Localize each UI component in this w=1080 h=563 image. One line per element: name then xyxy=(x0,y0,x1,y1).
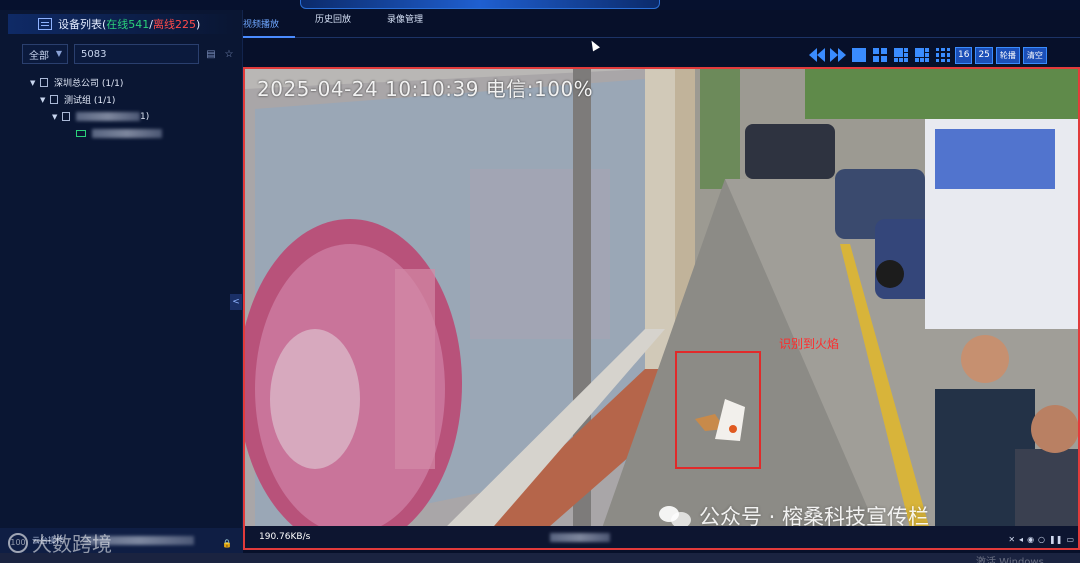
next-page-button[interactable] xyxy=(829,46,847,64)
eight-screen-icon xyxy=(915,48,929,62)
layout-9-button[interactable] xyxy=(934,46,952,64)
layout-25-button[interactable]: 25 xyxy=(975,46,993,64)
app-root: 设备列表( 在线541 / 离线225 ) 全部 ▼ 5083 ▤ ☆ ▼ 深圳… xyxy=(0,0,1080,563)
double-left-icon xyxy=(817,48,825,62)
tab-recording-management[interactable]: 录像管理 xyxy=(387,12,439,38)
rotate-button[interactable]: 轮播 xyxy=(995,46,1020,64)
online-count: 在线541 xyxy=(106,18,150,31)
osd-timestamp: 2025-04-24 10:10:39 电信:100% xyxy=(257,77,594,101)
tab-video-play[interactable]: 视频播放 xyxy=(243,12,296,38)
camera-icon xyxy=(76,130,86,137)
record-icon[interactable]: ○ xyxy=(1038,535,1045,544)
star-icon[interactable]: ☆ xyxy=(223,49,235,60)
device-list-panel: 设备列表( 在线541 / 离线225 ) 全部 ▼ 5083 ▤ ☆ ▼ 深圳… xyxy=(0,10,243,553)
layout-6-button[interactable] xyxy=(892,46,910,64)
list-icon xyxy=(38,18,52,30)
top-decoration xyxy=(300,0,660,9)
close-icon[interactable]: ✕ xyxy=(1008,535,1015,544)
tree-node-device[interactable]: ▼ 1) xyxy=(30,108,162,125)
layout-toolbar: 16 25 轮播 清空 xyxy=(808,46,1047,64)
video-controls: ✕ ◂ ◉ ○ ❚❚ ▭ xyxy=(1008,535,1074,544)
building-icon xyxy=(40,78,48,87)
caret-down-icon[interactable]: ▼ xyxy=(40,96,50,104)
audio-icon[interactable]: ◂ xyxy=(1019,535,1023,544)
windows-activation-watermark: 激活 Windows xyxy=(976,557,1044,563)
quad-screen-icon xyxy=(873,48,887,62)
layout-4-button[interactable] xyxy=(871,46,889,64)
redacted-text xyxy=(92,129,162,138)
device-search-input[interactable]: 5083 xyxy=(74,44,199,64)
double-right-icon xyxy=(838,48,846,62)
video-status-bar: 190.76KB/s ✕ ◂ ◉ ○ ❚❚ ▭ xyxy=(245,526,1078,548)
caret-down-icon[interactable]: ▼ xyxy=(30,79,40,87)
chevron-down-icon: ▼ xyxy=(55,49,62,58)
detection-box xyxy=(675,351,761,469)
bottom-bar xyxy=(0,553,1080,563)
redacted-text xyxy=(550,532,611,542)
redacted-text xyxy=(76,112,140,121)
fullscreen-icon[interactable]: ▭ xyxy=(1066,535,1074,544)
video-frame xyxy=(245,69,1078,548)
single-screen-icon xyxy=(852,48,866,62)
tree-node-root-label: 深圳总公司 (1/1) xyxy=(54,79,124,89)
device-list-header: 设备列表( 在线541 / 离线225 ) xyxy=(8,14,234,34)
tree-node-group-label: 测试组 (1/1) xyxy=(64,96,116,106)
video-player[interactable]: 2025-04-24 10:10:39 电信:100% 识别到火焰 公众号 · … xyxy=(243,67,1080,550)
title-close: ) xyxy=(196,17,201,31)
scope-select-value: 全部 xyxy=(29,50,49,62)
layout-1-button[interactable] xyxy=(850,46,868,64)
watermark-logo: 100 xyxy=(8,532,28,553)
tree-node-group[interactable]: ▼ 测试组 (1/1) xyxy=(30,91,162,108)
detection-label: 识别到火焰 xyxy=(779,337,840,351)
device-list-title: 设备列表( xyxy=(58,18,107,31)
clear-button[interactable]: 清空 xyxy=(1022,46,1047,64)
offline-count: 离线225 xyxy=(153,18,197,31)
filter-icon[interactable]: ▤ xyxy=(205,49,217,60)
lock-icon[interactable]: 🔒 xyxy=(222,539,232,548)
building-icon xyxy=(50,95,58,104)
mouse-cursor xyxy=(588,38,600,52)
prev-page-button[interactable] xyxy=(808,46,826,64)
tab-history-playback[interactable]: 历史回放 xyxy=(315,12,367,38)
six-screen-icon xyxy=(894,48,908,62)
double-left-icon xyxy=(809,48,817,62)
layout-16-button[interactable]: 16 xyxy=(955,46,973,64)
snapshot-icon[interactable]: ◉ xyxy=(1027,535,1034,544)
device-tree: ▼ 深圳总公司 (1/1) ▼ 测试组 (1/1) ▼ 1) xyxy=(30,74,162,142)
caret-down-icon[interactable]: ▼ xyxy=(52,113,62,121)
scope-select[interactable]: 全部 ▼ xyxy=(22,44,68,64)
tree-node-camera[interactable] xyxy=(30,125,162,142)
tree-node-root[interactable]: ▼ 深圳总公司 (1/1) xyxy=(30,74,162,91)
building-icon xyxy=(62,112,70,121)
collapse-panel-button[interactable]: < xyxy=(230,294,242,310)
double-right-icon xyxy=(830,48,838,62)
layout-8-button[interactable] xyxy=(913,46,931,64)
tree-node-device-suffix: 1) xyxy=(140,111,150,122)
pause-icon[interactable]: ❚❚ xyxy=(1049,535,1062,544)
bitrate-readout: 190.76KB/s xyxy=(259,532,311,542)
nine-screen-icon xyxy=(936,48,950,62)
tab-bar: 视频播放 历史回放 录像管理 xyxy=(243,12,1080,38)
filter-row: 全部 ▼ 5083 ▤ ☆ xyxy=(22,44,235,64)
